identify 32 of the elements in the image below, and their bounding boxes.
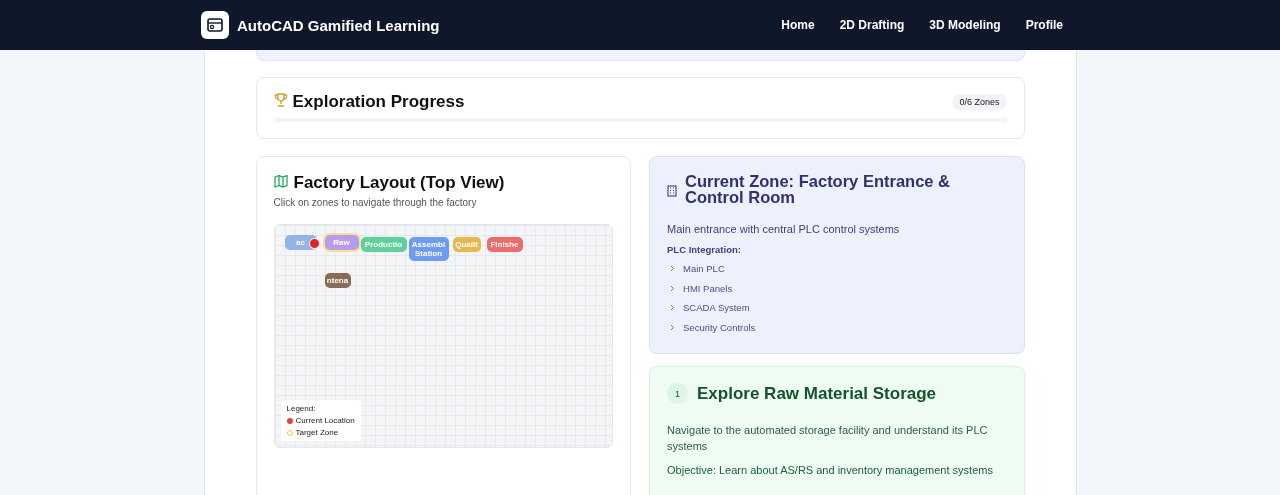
app-title: AutoCAD Gamified Learning [237,16,440,34]
section-title: Exploration Progress [292,92,465,112]
nav-link[interactable]: 3D Modeling [929,18,1001,32]
task-description: Navigate to the automated storage facility and understand its PLC systems [667,423,989,455]
task-objective: Objective: Learn about AS/RS and inventory management systems [667,463,994,479]
section-title: Factory Layout (Top View) [293,173,505,193]
step-number: 1 [667,383,689,405]
zone-marker[interactable]: ac [284,235,317,250]
zone-marker[interactable]: Assembl Station [408,237,449,261]
nav-link[interactable]: 2D Drafting [839,18,905,32]
list-item: HMI Panels [683,282,733,294]
zone-marker[interactable]: ntena [324,273,351,288]
zone-marker[interactable]: Productio [360,237,407,252]
list-item: SCADA System [683,302,750,314]
subtitle: Click on zones to navigate through the factory [273,197,478,208]
list-item: Security Controls [683,322,756,334]
legend-label: Target Zone [295,428,339,437]
legend-dot [286,417,293,424]
list-title: PLC Integration: [667,244,742,255]
zone-description: Main entrance with central PLC control systems [667,223,901,235]
zone-title: Current Zone: Factory Entrance & Control Room [685,173,951,205]
zone-marker[interactable]: Finishe [486,237,523,252]
nav-link[interactable]: Home [781,18,815,32]
legend-title: Legend: [286,404,317,413]
list-item: Main PLC [683,263,725,275]
zone-marker[interactable]: Raw [324,235,359,250]
legend-label: Current Location [295,416,355,425]
nav-link[interactable]: Profile [1025,18,1063,32]
logo-icon [201,11,229,39]
zone-marker[interactable]: Qualit [452,237,481,252]
zone-count: 0/6 Zones [952,94,1007,110]
task-title: Explore Raw Material Storage [697,383,937,404]
